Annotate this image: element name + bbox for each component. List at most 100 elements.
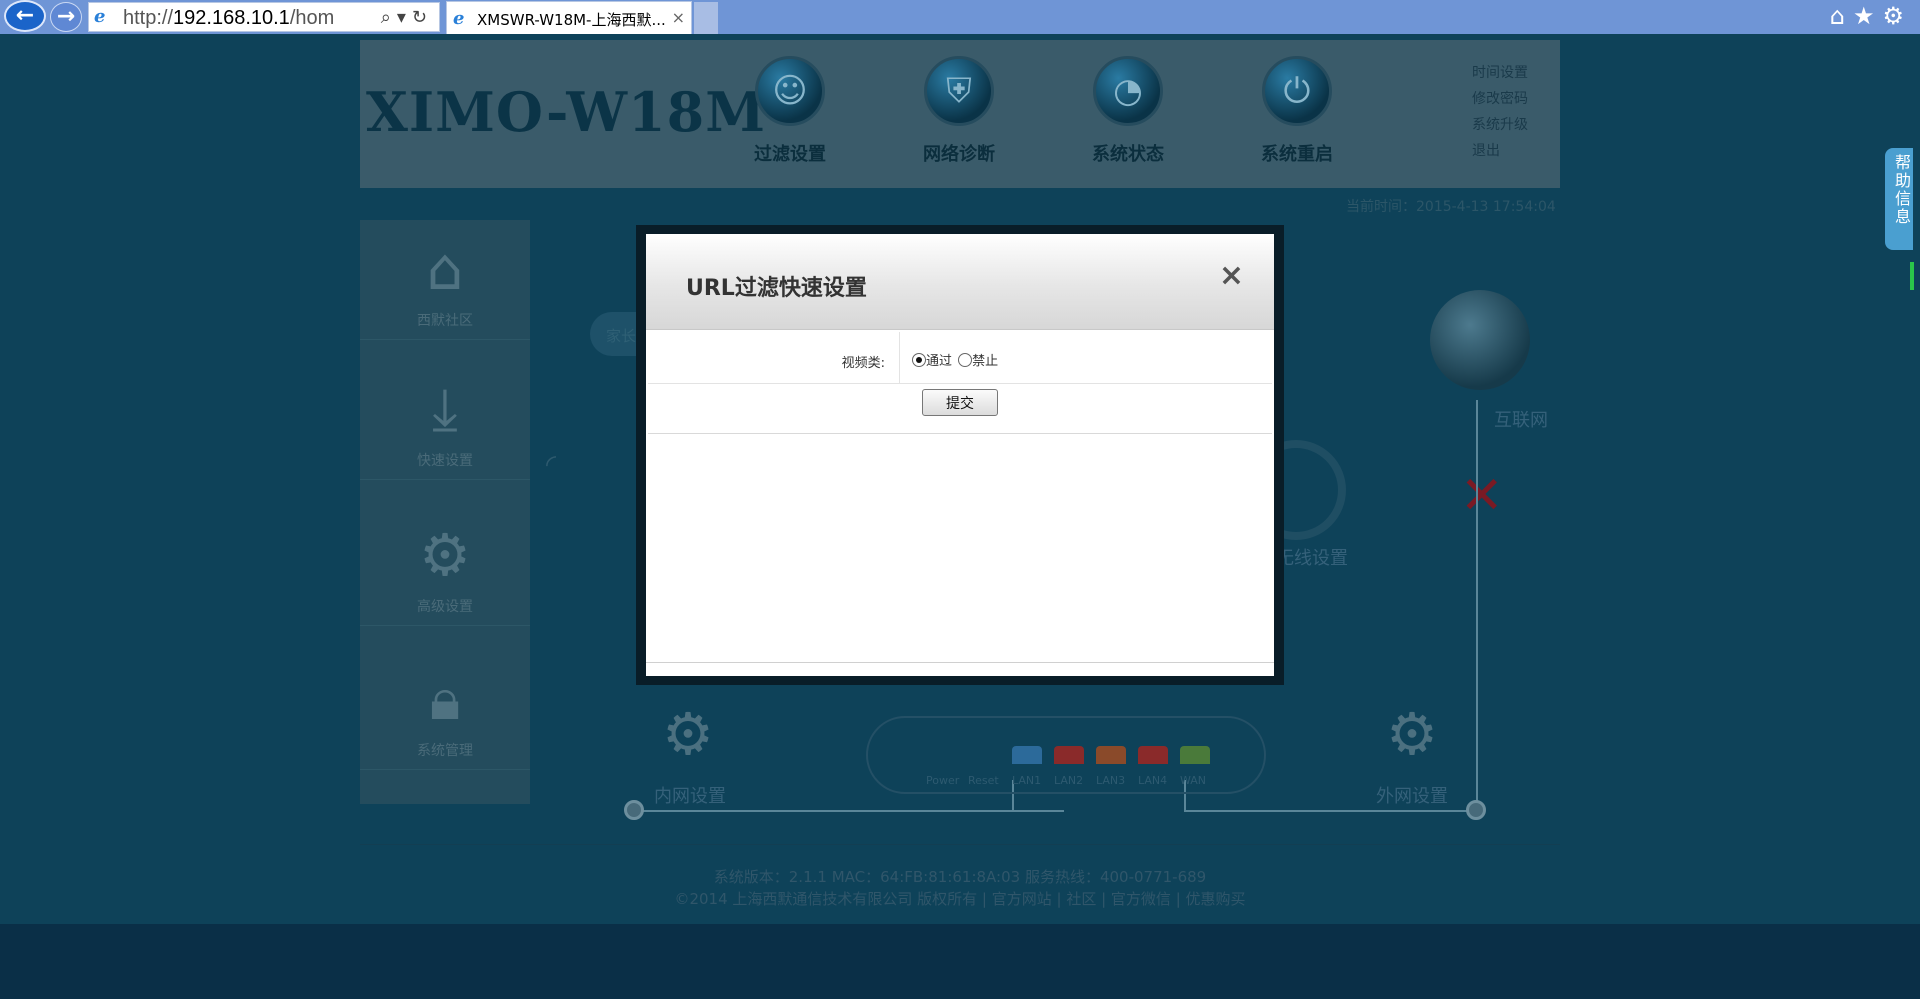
nav-label: 过滤设置 — [754, 144, 826, 165]
sidebar-item-label: 系统管理 — [417, 743, 473, 759]
browser-toolbar: ← → e http://192.168.10.1/hom ⌕▾↻ e XMSW… — [0, 0, 1920, 34]
link-system-upgrade[interactable]: 系统升级 — [1472, 114, 1528, 134]
lan-node — [624, 800, 644, 820]
search-icon[interactable]: ⌕ — [381, 7, 397, 28]
brand-logo: XIMO-W18M — [366, 80, 766, 144]
port-lan2-icon — [1054, 746, 1084, 764]
wan-settings-label[interactable]: 外网设置 — [1376, 782, 1448, 808]
sidebar-item-community[interactable]: ⌂ 西默社区 — [360, 220, 530, 340]
gear-icon: ⚙ — [419, 521, 471, 589]
port-label: WAN — [1180, 774, 1207, 787]
disconnected-x-icon: ✕ — [1460, 466, 1504, 526]
sidebar-item-label: 快速设置 — [417, 453, 473, 469]
tab-close-icon[interactable]: × — [672, 8, 685, 27]
arrow-right-icon: → — [56, 4, 76, 29]
lan-line — [634, 810, 1064, 812]
wireless-settings-label[interactable]: 无线设置 — [1276, 544, 1348, 570]
clock-icon: ◔ — [1093, 56, 1163, 126]
lan-settings-label[interactable]: 内网设置 — [654, 782, 726, 808]
favorites-icon[interactable]: ★ — [1853, 2, 1883, 30]
radio-pass[interactable] — [912, 352, 926, 367]
footer-bar — [0, 924, 1920, 999]
settings-gear-icon[interactable]: ⚙ — [1882, 2, 1912, 30]
current-time: 当前时间：2015-4-13 17:54:04 — [1346, 199, 1556, 215]
wan-node — [1466, 800, 1486, 820]
refresh-icon[interactable]: ↻ — [412, 7, 433, 28]
arrow-left-icon: ← — [15, 3, 35, 28]
close-icon[interactable]: × — [1219, 258, 1244, 293]
forward-button[interactable]: → — [50, 2, 82, 32]
nav-network-diagnosis[interactable]: ⛨ 网络诊断 — [899, 56, 1019, 166]
sidebar-item-advanced[interactable]: ⚙ 高级设置 — [360, 506, 530, 626]
port-label: LAN2 — [1054, 774, 1084, 787]
address-url[interactable]: http://192.168.10.1/hom — [123, 7, 343, 30]
sidebar-item-system-admin[interactable]: 🔒︎ 系统管理 — [360, 650, 530, 770]
dialog-bottom-divider — [646, 662, 1274, 663]
wan-line — [1476, 400, 1478, 810]
dialog-title: URL过滤快速设置 — [686, 276, 867, 301]
ie-tab-icon: e — [453, 8, 465, 29]
browser-tab[interactable]: e XMSWR-W18M-上海西默... × — [446, 1, 692, 34]
port-lan1-icon — [1012, 746, 1042, 764]
port-label: LAN1 — [1012, 774, 1042, 787]
radio-block[interactable] — [958, 352, 973, 367]
ie-logo-icon: e — [94, 6, 106, 27]
port-wan-icon — [1180, 746, 1210, 764]
nav-label: 系统重启 — [1261, 144, 1333, 165]
wifi-signal-icon: ◜ — [546, 450, 557, 480]
nav-label: 系统状态 — [1092, 144, 1164, 165]
link-change-password[interactable]: 修改密码 — [1472, 88, 1528, 108]
sidebar-item-quick-setup[interactable]: ⤓ 快速设置 — [360, 360, 530, 480]
port-label: Power — [926, 774, 960, 787]
scroll-indicator — [1910, 262, 1914, 290]
back-button[interactable]: ← — [4, 0, 46, 32]
nav-system-status[interactable]: ◔ 系统状态 — [1068, 56, 1188, 166]
footer-version: 系统版本：2.1.1 MAC：64:FB:81:61:8A:03 服务热线：40… — [713, 868, 1207, 886]
tab-title: XMSWR-W18M-上海西默... — [477, 11, 666, 29]
sidebar: ⌂ 西默社区 ⤓ 快速设置 ⚙ 高级设置 🔒︎ 系统管理 — [360, 220, 530, 804]
radio-pass-label[interactable]: 通过 — [926, 354, 952, 369]
submit-row: 提交 — [648, 384, 1272, 434]
wan-bottom-line — [1184, 810, 1478, 812]
download-gear-icon: ⤓ — [432, 375, 458, 443]
internet-globe-icon[interactable] — [1430, 290, 1530, 390]
video-category-options: 通过 禁止 — [912, 350, 1000, 369]
home-button-icon[interactable]: ⌂ — [1830, 2, 1853, 30]
video-category-label: 视频类: — [648, 332, 900, 384]
submit-button[interactable]: 提交 — [922, 389, 998, 416]
internet-label: 互联网 — [1494, 410, 1548, 431]
browser-right-tools: ⌂★⚙ — [1830, 2, 1912, 30]
shield-icon: ⛨ — [924, 56, 994, 126]
filter-user-icon: ☺ — [755, 56, 825, 126]
header-links: 时间设置 修改密码 系统升级 退出 — [1472, 62, 1528, 166]
footer-copyright: ©2014 上海西默通信技术有限公司 版权所有 | 官方网站 | 社区 | 官方… — [674, 890, 1246, 908]
url-filter-dialog: URL过滤快速设置 × 视频类: 通过 禁止 提交 — [646, 234, 1274, 676]
address-tools: ⌕▾↻ — [381, 7, 433, 28]
router-device: Power Reset LAN1 LAN2 LAN3 LAN4 WAN — [866, 716, 1266, 794]
radio-block-label[interactable]: 禁止 — [972, 354, 998, 369]
page-header: XIMO-W18M ☺ 过滤设置 ⛨ 网络诊断 ◔ 系统状态 ⏻ 系统重启 时间… — [360, 40, 1560, 188]
link-time-settings[interactable]: 时间设置 — [1472, 62, 1528, 82]
port-lan4-icon — [1138, 746, 1168, 764]
dropdown-icon[interactable]: ▾ — [397, 7, 412, 28]
port-label: Reset — [968, 774, 999, 787]
address-bar[interactable]: e http://192.168.10.1/hom ⌕▾↻ — [88, 2, 440, 32]
port-lan3-icon — [1096, 746, 1126, 764]
nav-filter-settings[interactable]: ☺ 过滤设置 — [730, 56, 850, 166]
help-info-tab[interactable]: 帮助信息 — [1885, 148, 1913, 250]
footer-divider — [360, 844, 1560, 845]
lan-gear-icon[interactable]: ⚙ — [662, 700, 714, 768]
power-icon: ⏻ — [1262, 56, 1332, 126]
home-icon: ⌂ — [426, 235, 464, 303]
wan-gear-icon[interactable]: ⚙ — [1386, 700, 1438, 768]
sidebar-item-label: 高级设置 — [417, 599, 473, 615]
lock-gear-icon: 🔒︎ — [429, 665, 461, 733]
video-category-row: 视频类: 通过 禁止 — [648, 332, 1272, 384]
sidebar-item-label: 西默社区 — [417, 313, 473, 329]
nav-system-reboot[interactable]: ⏻ 系统重启 — [1237, 56, 1357, 166]
link-logout[interactable]: 退出 — [1472, 140, 1528, 160]
new-tab-button[interactable] — [694, 2, 718, 34]
port-label: LAN4 — [1138, 774, 1168, 787]
port-label: LAN3 — [1096, 774, 1126, 787]
nav-label: 网络诊断 — [923, 144, 995, 165]
